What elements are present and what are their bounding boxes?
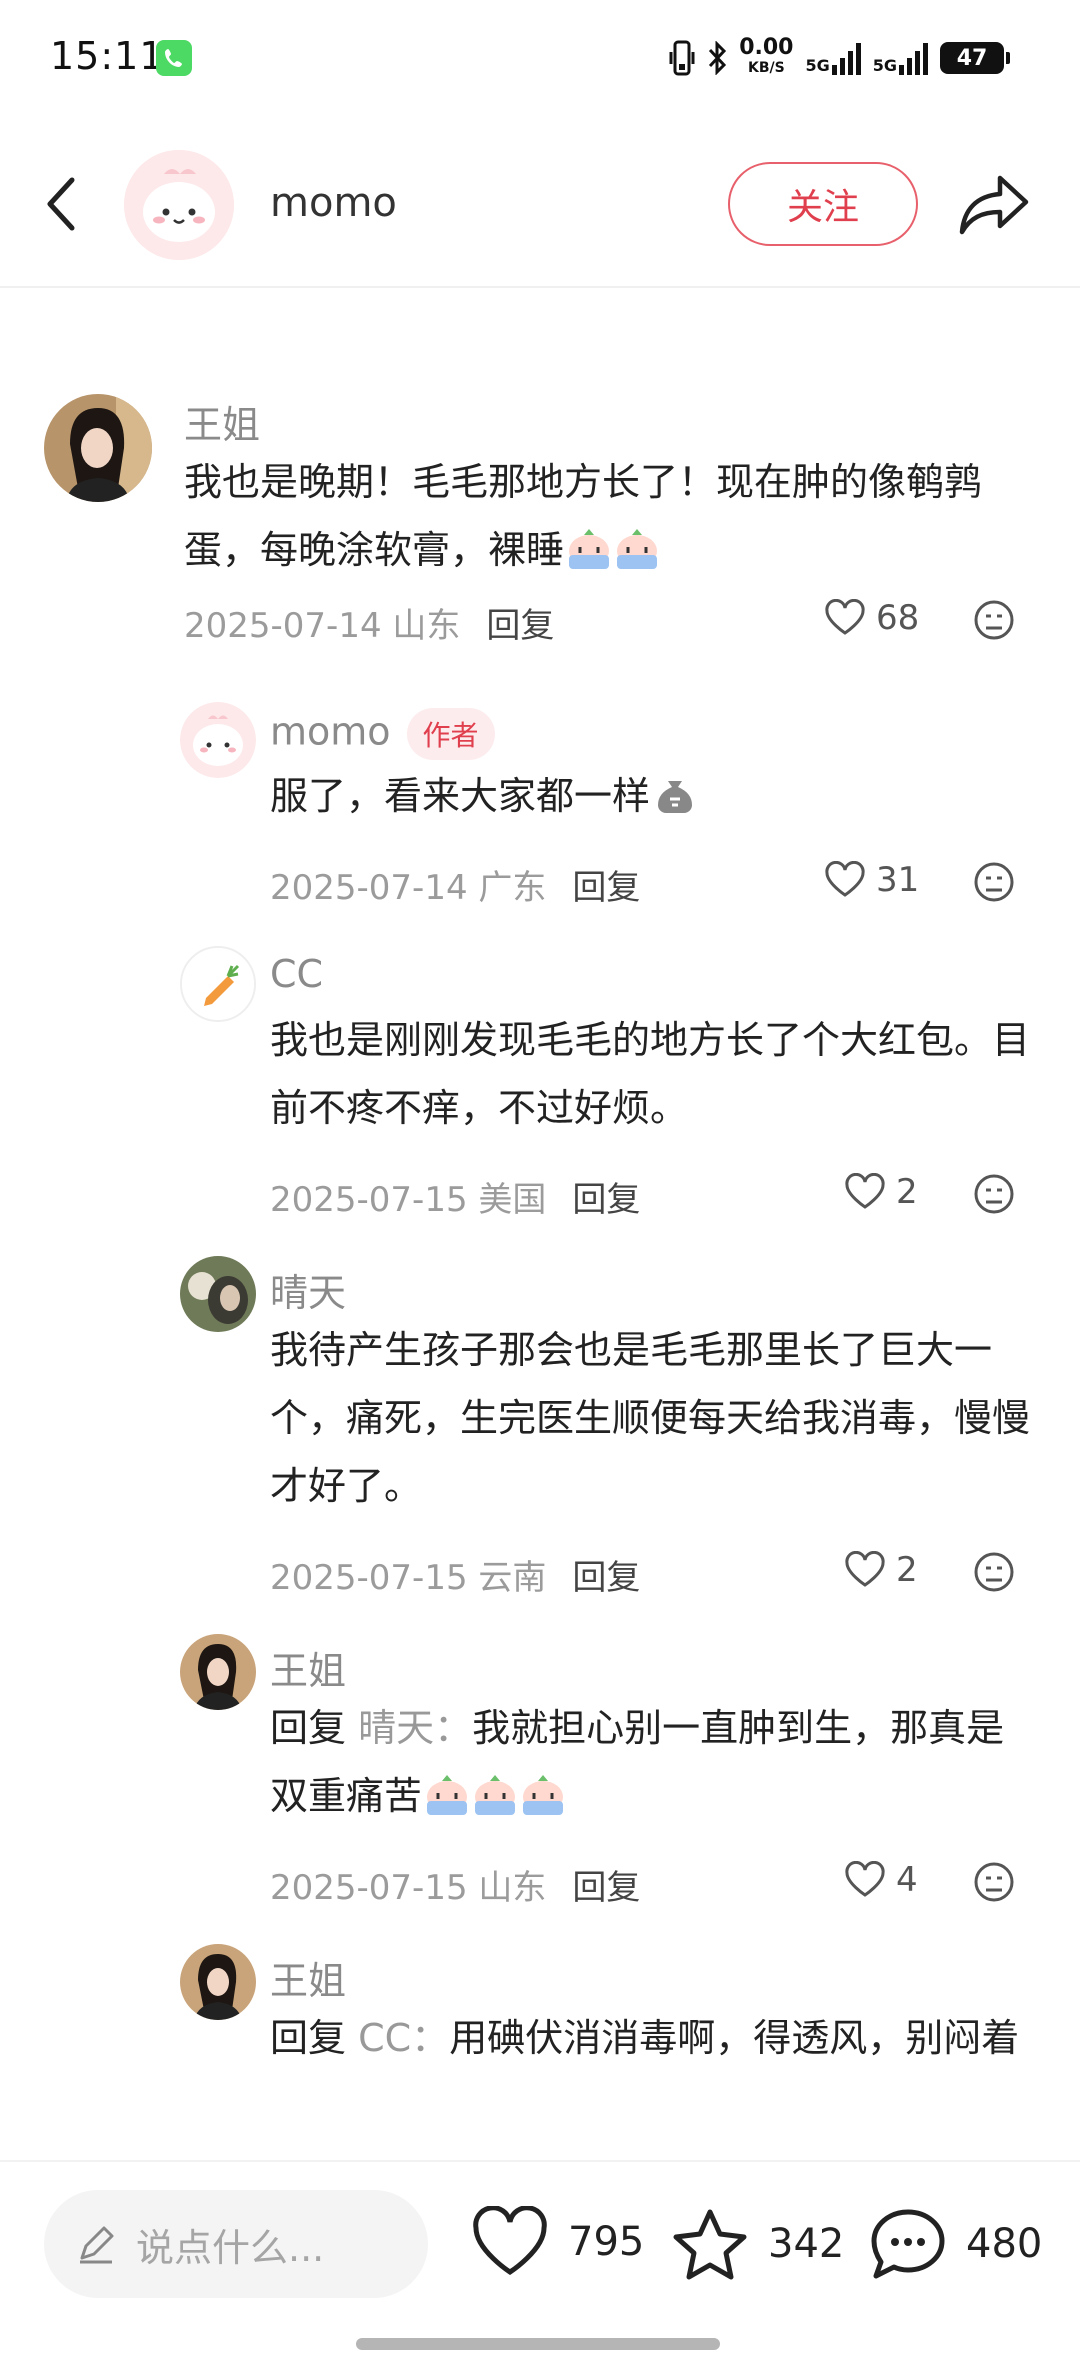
like-count: 2	[896, 1550, 918, 1590]
commenter-avatar[interactable]	[44, 394, 152, 502]
comment-like[interactable]: 68	[824, 598, 919, 638]
comment-text[interactable]: 回复 CC：用碘伏消消毒啊，得透风，别闷着	[270, 2004, 1040, 2072]
commenter-name[interactable]: CC	[270, 952, 323, 996]
heart-icon	[473, 2206, 547, 2275]
comment-date-location: 2025-07-15 云南	[270, 1558, 547, 1598]
comment-like[interactable]: 31	[824, 860, 919, 900]
crying-emoji-icon	[614, 524, 660, 570]
author-avatar[interactable]	[124, 150, 234, 260]
phone-call-icon[interactable]	[156, 40, 192, 76]
comment-like[interactable]: 4	[844, 1860, 918, 1900]
heart-icon	[825, 599, 865, 635]
signal-1-icon: 5G	[805, 41, 861, 75]
like-count: 2	[896, 1172, 918, 1212]
note-header: momo 关注	[0, 120, 1080, 288]
follow-button[interactable]: 关注	[728, 162, 918, 246]
commenter-avatar[interactable]	[180, 1256, 256, 1332]
comment-date-location: 2025-07-14 广东	[270, 868, 547, 908]
reply-target[interactable]: CC：	[358, 2016, 449, 2060]
net-speed: 0.00 KB/S	[739, 35, 794, 77]
commenter-name[interactable]: 王姐	[184, 394, 260, 449]
author-name[interactable]: momo	[270, 180, 397, 226]
comment-date-location: 2025-07-15 山东	[270, 1868, 547, 1908]
dislike-face-icon[interactable]	[972, 860, 1016, 904]
status-icons: 0.00 KB/S 5G 5G 47	[669, 35, 1010, 78]
commenter-name[interactable]: 王姐	[270, 1950, 346, 2005]
reply-prefix: 回复	[270, 1706, 347, 1750]
reply-button[interactable]: 回复	[572, 1550, 640, 1599]
like-count: 31	[876, 860, 920, 900]
money-bag-emoji-icon	[652, 770, 698, 816]
dislike-face-icon[interactable]	[972, 1172, 1016, 1216]
comment-input-placeholder: 说点什么...	[136, 2225, 325, 2270]
commenter-avatar[interactable]	[180, 1944, 256, 2020]
reply-prefix: 回复	[270, 2016, 347, 2060]
dislike-face-icon[interactable]	[972, 1860, 1016, 1904]
commenter-name[interactable]: 晴天	[270, 1262, 346, 1317]
comment-meta: 2025-07-14 广东 回复	[270, 860, 640, 909]
comment-text[interactable]: 回复 晴天：我就担心别一直肿到生，那真是双重痛苦	[270, 1694, 1040, 1830]
heart-icon	[845, 1173, 885, 1209]
chat-bubble-icon	[871, 2209, 945, 2279]
vibrate-icon	[669, 40, 695, 76]
dislike-face-icon[interactable]	[972, 598, 1016, 642]
star-icon	[673, 2209, 747, 2280]
comment-date-location: 2025-07-14 山东	[184, 606, 461, 646]
commenter-name[interactable]: 王姐	[270, 1640, 346, 1695]
commenter-avatar[interactable]	[180, 702, 256, 778]
comment-meta: 2025-07-15 山东 回复	[270, 1860, 640, 1909]
comment-input[interactable]: 说点什么...	[44, 2190, 428, 2298]
status-bar: 15:11 0.00 KB/S 5G 5G 47	[0, 0, 1080, 120]
dislike-face-icon[interactable]	[972, 1550, 1016, 1594]
heart-icon	[845, 1861, 885, 1897]
like-count: 68	[876, 598, 920, 638]
crying-emoji-icon	[424, 1770, 470, 1816]
crying-emoji-icon	[566, 524, 612, 570]
reply-button[interactable]: 回复	[572, 1860, 640, 1909]
commenter-name-row: momo 作者	[270, 708, 495, 760]
heart-icon	[845, 1551, 885, 1587]
crying-emoji-icon	[472, 1770, 518, 1816]
like-post-button[interactable]: 795	[470, 2206, 644, 2278]
like-count: 4	[896, 1860, 918, 1900]
pencil-icon	[80, 2226, 114, 2264]
stars-count: 342	[768, 2221, 845, 2267]
back-arrow-icon[interactable]	[38, 172, 88, 236]
collect-post-button[interactable]: 342	[670, 2206, 844, 2282]
comments-count: 480	[966, 2221, 1043, 2267]
comment-like[interactable]: 2	[844, 1172, 918, 1212]
home-indicator[interactable]	[356, 2338, 720, 2350]
commenter-name[interactable]: momo	[270, 710, 391, 754]
comment-meta: 2025-07-14 山东 回复	[184, 598, 554, 647]
comment-text[interactable]: 我也是刚刚发现毛毛的地方长了个大红包。目前不疼不痒，不过好烦。	[270, 1006, 1040, 1142]
comment-meta: 2025-07-15 云南 回复	[270, 1550, 640, 1599]
reply-target[interactable]: 晴天：	[358, 1706, 472, 1750]
reply-button[interactable]: 回复	[572, 1172, 640, 1221]
comment-like[interactable]: 2	[844, 1550, 918, 1590]
heart-icon	[825, 861, 865, 897]
author-tag: 作者	[406, 708, 495, 760]
commenter-avatar[interactable]	[180, 946, 256, 1022]
comment-text[interactable]: 我也是晚期！毛毛那地方长了！现在肿的像鹌鹑蛋，每晚涂软膏，裸睡	[184, 448, 1034, 584]
commenter-avatar[interactable]	[180, 1634, 256, 1710]
likes-count: 795	[568, 2219, 645, 2265]
comment-date-location: 2025-07-15 美国	[270, 1180, 547, 1220]
status-time: 15:11	[50, 34, 165, 78]
share-icon[interactable]	[956, 170, 1032, 240]
comment-text[interactable]: 服了，看来大家都一样	[270, 762, 1040, 830]
comment-post-button[interactable]: 480	[868, 2206, 1042, 2282]
bluetooth-icon	[709, 41, 727, 75]
reply-button[interactable]: 回复	[486, 598, 554, 647]
crying-emoji-icon	[520, 1770, 566, 1816]
comment-meta: 2025-07-15 美国 回复	[270, 1172, 640, 1221]
signal-2-icon: 5G	[873, 41, 928, 75]
reply-button[interactable]: 回复	[572, 860, 640, 909]
comment-text[interactable]: 我待产生孩子那会也是毛毛那里长了巨大一个，痛死，生完医生顺便每天给我消毒，慢慢才…	[270, 1316, 1040, 1520]
battery-icon: 47	[940, 42, 1010, 74]
